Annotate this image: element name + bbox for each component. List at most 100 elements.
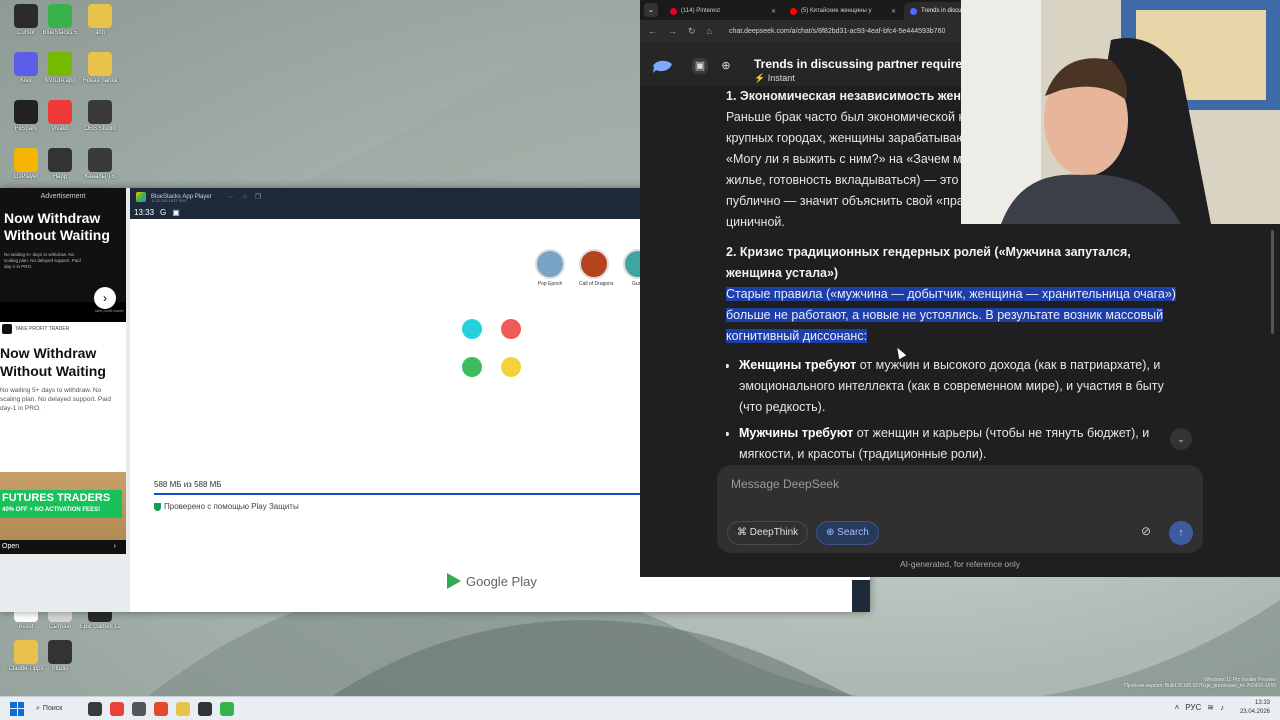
app-icon	[14, 4, 38, 28]
app-icon	[88, 4, 112, 28]
app-icon	[88, 148, 112, 172]
home-icon[interactable]: ⌂	[707, 26, 712, 36]
desktop-icon[interactable]: BlueStacks 5	[40, 4, 80, 37]
taskbar-search-label: Поиск	[42, 705, 63, 712]
taskbar-app-icon[interactable]	[88, 701, 102, 716]
attach-icon[interactable]: ⊘	[1141, 524, 1151, 538]
bluestacks-right-toolbar[interactable]	[852, 580, 870, 612]
desktop-icon[interactable]: Новая папка	[80, 52, 120, 85]
app-avatar-icon	[579, 249, 609, 279]
speaker-icon[interactable]: ♪	[1220, 703, 1224, 712]
google-play-logo: Google Play	[447, 573, 537, 589]
send-button[interactable]: ↑	[1169, 521, 1193, 545]
app-icon	[14, 100, 38, 124]
back-icon[interactable]: ←	[648, 26, 657, 36]
ad-banner-bottom[interactable]: FUTURES TRADERS 40% OFF + NO ACTIVATION …	[0, 472, 126, 540]
suggested-app[interactable]: Call of Dragons	[579, 249, 614, 287]
forward-icon[interactable]: →	[668, 26, 677, 36]
tab-favicon-icon	[910, 7, 917, 15]
desktop-icon-label: Каналы ТВ	[84, 174, 116, 180]
ad-bottom-badge: FUTURES TRADERS 40% OFF + NO ACTIVATION …	[0, 490, 122, 518]
back-icon[interactable]: ←	[228, 193, 235, 201]
browser-tab[interactable]: (5) Китайские женщины у ✕	[784, 2, 902, 20]
ad-open-button[interactable]: Open ›	[0, 540, 126, 554]
desktop-icon-label: Happ	[52, 174, 68, 180]
play-protect-note: Проверено с помощью Play Защиты	[154, 502, 299, 511]
app-icon	[48, 100, 72, 124]
deepseek-whale-icon[interactable]	[652, 58, 674, 74]
ad-banner-middle[interactable]: TAKE PROFIT TRADER Now Withdraw Without …	[0, 322, 126, 472]
suggested-app-label: Call of Dragons	[579, 281, 614, 287]
chat-mode: ⚡ Instant	[754, 73, 795, 83]
chevron-up-icon[interactable]: ˄	[1175, 703, 1180, 712]
ai-disclaimer: AI-generated, for reference only	[899, 559, 1020, 569]
list-item-bold: Женщины требуют	[739, 358, 857, 372]
list-item: Женщины требуют от мужчин и высокого дох…	[739, 355, 1186, 418]
deepthink-button[interactable]: ⌘ DeepThink	[727, 521, 809, 545]
taskbar-app-icon[interactable]	[176, 701, 190, 716]
suggested-apps-row: Pop Epoch Call of Dragons Gunz	[535, 249, 653, 287]
loader-dot-cyan	[462, 319, 482, 339]
bullet-list: Женщины требуют от мужчин и высокого дох…	[726, 355, 1186, 465]
tab-menu-icon[interactable]: ⌄	[644, 3, 658, 17]
lang-indicator[interactable]: РУС	[1185, 703, 1201, 712]
play-store-install-screen: Pop Epoch Call of Dragons Gunz 588 МБ из 5…	[130, 219, 653, 612]
tab-close-icon[interactable]: ✕	[891, 8, 896, 15]
home-icon[interactable]: ⌂	[243, 193, 247, 201]
url-text[interactable]: chat.deepseek.com/a/chat/s/8f82bd31-ac93…	[729, 28, 945, 35]
ad-arrow-button[interactable]: ›	[94, 287, 116, 309]
desktop-icon[interactable]: NVIDIA app	[40, 52, 80, 85]
desktop-icon-label: Новая папка	[82, 78, 118, 84]
ad-url: take profit trader	[94, 308, 124, 313]
wifi-icon[interactable]: ≋	[1207, 703, 1214, 712]
message-input[interactable]: Message DeepSeek	[731, 477, 839, 491]
app-icon	[14, 148, 38, 172]
desktop-icon-label: OBS Studio	[84, 126, 116, 132]
reload-icon[interactable]: ↻	[688, 26, 696, 37]
taskbar-app-icon[interactable]	[154, 701, 168, 716]
tab-label: (114) Pinterest	[681, 8, 720, 14]
windows-start-icon[interactable]	[10, 701, 24, 716]
message-composer[interactable]: Message DeepSeek ⌘ DeepThink ⊕ Search ⊘ …	[717, 465, 1203, 553]
browser-tab[interactable]: (114) Pinterest ✕	[664, 2, 782, 20]
clock[interactable]: 13:33 23.04.2026	[1240, 699, 1270, 717]
taskbar-app-icon[interactable]	[132, 701, 146, 716]
bluestacks-version: 5.22.100.1037 P64	[152, 198, 186, 203]
desktop-icon[interactable]: Studio	[40, 640, 80, 673]
desktop-icon[interactable]: апп	[80, 4, 120, 37]
sidebar-toggle-icon[interactable]: ▣	[692, 58, 708, 74]
taskbar-search[interactable]: ⌕ Поиск	[36, 705, 80, 713]
ad-bottom-title: FUTURES TRADERS	[2, 492, 111, 504]
app-icon	[14, 640, 38, 664]
scroll-down-button[interactable]: ⌄	[1170, 428, 1192, 450]
desktop-icon[interactable]: Каналы ТВ	[80, 148, 120, 181]
tab-close-icon[interactable]: ✕	[771, 8, 776, 15]
new-chat-icon[interactable]: ⊕	[718, 58, 734, 74]
globe-icon: ⊕	[826, 527, 835, 538]
bluestacks-logo-icon	[136, 191, 146, 202]
taskbar-app-icon[interactable]	[220, 701, 234, 716]
desktop-icon[interactable]: Happ	[40, 148, 80, 181]
desktop-icon-label: апп	[95, 30, 105, 36]
taskbar-app-icon[interactable]	[110, 701, 124, 716]
search-button[interactable]: ⊕ Search	[816, 521, 879, 545]
app-icon	[48, 52, 72, 76]
desktop-icon-label: Studio	[51, 666, 69, 672]
search-icon: ⌕	[36, 704, 40, 712]
app-avatar-icon	[535, 249, 565, 279]
desktop-icon[interactable]: Vivaldi	[40, 100, 80, 133]
desktop-icon[interactable]: OBS Studio	[80, 100, 120, 133]
chat-scrollbar[interactable]	[1271, 230, 1274, 334]
download-progress-bar	[154, 493, 640, 495]
app-icon	[88, 52, 112, 76]
suggested-app[interactable]: Pop Epoch	[535, 249, 565, 287]
clock-time: 13:33	[1254, 700, 1270, 706]
ad-open-label: Open	[2, 543, 20, 550]
app-icon	[48, 4, 72, 28]
copy-icon[interactable]: ❐	[255, 193, 261, 201]
ad-header: Advertisement	[0, 188, 126, 206]
taskbar-app-icon[interactable]	[198, 701, 212, 716]
system-tray[interactable]: ˄ РУС ≋ ♪	[1175, 703, 1224, 712]
advertisement-panel[interactable]: Advertisement Now Withdraw Without Waiti…	[0, 188, 126, 554]
ad-banner-top[interactable]: Now Withdraw Without Waiting No waiting …	[0, 206, 126, 309]
